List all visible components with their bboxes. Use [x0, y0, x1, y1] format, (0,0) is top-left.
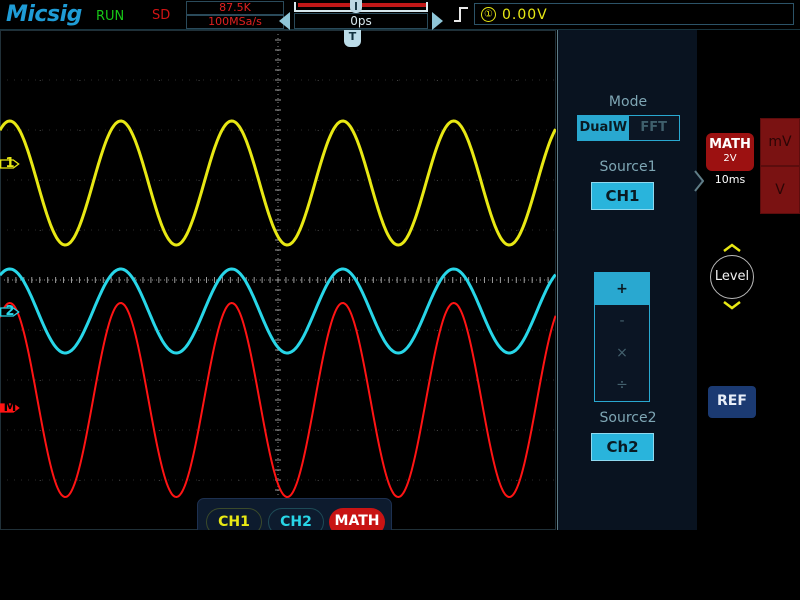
math-channel-badge[interactable]: MATH 2V	[706, 133, 754, 171]
ch1-marker-label: 1	[0, 154, 20, 174]
trigger-position-handle[interactable]	[350, 0, 362, 13]
channel-pill-ch2[interactable]: CH2	[268, 508, 324, 530]
time-offset-group[interactable]: 0ps	[276, 1, 446, 29]
triangle-right-icon[interactable]	[432, 12, 443, 30]
ch2-marker[interactable]: 2	[0, 302, 30, 322]
trigger-position-marker[interactable]: T	[344, 30, 361, 47]
source2-label: Source2	[558, 410, 698, 426]
bottom-toolbar: Fine Quick Save s 10ms ns C	[0, 530, 800, 600]
top-status-bar: Micsig RUN SD 87.5K 100MSa/s 0ps ① 0.00V	[0, 0, 800, 30]
trigger-level-value: 0.00V	[502, 7, 548, 23]
channel-pill-ch1[interactable]: CH1	[206, 508, 262, 530]
waveform-traces	[0, 30, 556, 530]
rising-edge-icon	[452, 5, 470, 23]
acquisition-info[interactable]: 87.5K 100MSa/s	[186, 1, 284, 29]
math-marker-label: M	[0, 398, 20, 418]
sample-rate-value: 100MSa/s	[186, 15, 284, 29]
waveform-display[interactable]: T 1 2 M CH1 CH2 MATH	[0, 30, 556, 530]
brand-logo: Micsig	[6, 2, 82, 27]
source1-button[interactable]: CH1	[591, 182, 654, 210]
trigger-section[interactable]: ① 0.00V	[452, 2, 796, 28]
mode-option-fft[interactable]: FFT	[629, 116, 680, 140]
math-marker[interactable]: M	[0, 398, 30, 418]
trigger-source-label: ①	[481, 7, 496, 22]
unit-mv-button[interactable]: mV	[760, 118, 800, 166]
trigger-readout[interactable]: ① 0.00V	[474, 3, 794, 25]
channel-selector: CH1 CH2 MATH	[197, 498, 392, 530]
storage-label: SD	[152, 8, 170, 23]
ch2-marker-label: 2	[0, 302, 20, 322]
math-badge-scale: 2V	[706, 153, 754, 165]
math-settings-panel: Mode DualW FFT Source1 CH1 + - × ÷ Sourc…	[557, 30, 697, 530]
mode-option-dualw[interactable]: DualW	[578, 116, 629, 140]
unit-v-button[interactable]: V	[760, 166, 800, 214]
memory-depth-value: 87.5K	[186, 1, 284, 15]
source2-button[interactable]: Ch2	[591, 433, 654, 461]
ch1-marker[interactable]: 1	[0, 154, 30, 174]
chevron-right-icon[interactable]	[694, 170, 704, 192]
trigger-marker-label: T	[349, 30, 357, 43]
operator-add[interactable]: +	[595, 273, 649, 305]
math-badge-timebase: 10ms	[706, 173, 754, 186]
triangle-left-icon[interactable]	[279, 12, 290, 30]
chevron-up-icon[interactable]	[722, 243, 742, 253]
mode-label: Mode	[558, 94, 698, 110]
operator-list: + - × ÷	[594, 272, 650, 402]
math-badge-title: MATH	[706, 133, 754, 153]
operator-divide[interactable]: ÷	[595, 369, 649, 401]
ref-button[interactable]: REF	[708, 386, 756, 418]
memory-position-fill	[298, 3, 426, 7]
source1-label: Source1	[558, 159, 698, 175]
trace-ch2	[0, 269, 556, 353]
mode-toggle[interactable]: DualW FFT	[577, 115, 680, 141]
operator-subtract[interactable]: -	[595, 305, 649, 337]
chevron-down-icon[interactable]	[722, 300, 742, 310]
channel-pill-math[interactable]: MATH	[329, 508, 385, 530]
trace-ch1	[0, 121, 556, 245]
trigger-level-knob[interactable]: Level	[710, 255, 754, 299]
time-offset-value: 0ps	[294, 13, 428, 29]
operator-multiply[interactable]: ×	[595, 337, 649, 369]
oscilloscope-screen: Micsig RUN SD 87.5K 100MSa/s 0ps ① 0.00V	[0, 0, 800, 600]
run-state-label: RUN	[96, 9, 124, 24]
